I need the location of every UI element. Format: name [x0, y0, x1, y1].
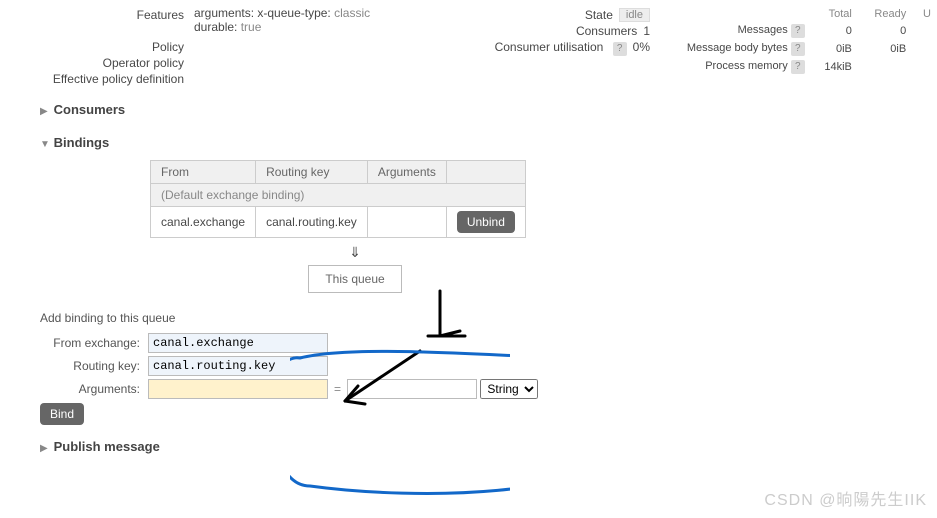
argument-key-input[interactable]: [148, 379, 328, 399]
stats-messages-label: Messages: [738, 24, 788, 36]
operator-policy-label: Operator policy: [40, 56, 190, 70]
state-label: State: [470, 8, 619, 22]
help-icon[interactable]: ?: [791, 60, 805, 74]
features-label: Features: [40, 8, 190, 22]
stats-mbb-total: 0iB: [809, 40, 858, 58]
table-row: canal.exchange canal.routing.key Unbind: [151, 207, 526, 238]
help-icon[interactable]: ?: [791, 42, 805, 56]
labels-left: Features Policy Operator policy Effectiv…: [40, 6, 190, 88]
help-icon[interactable]: ?: [613, 42, 627, 56]
stats-mbb-label: Message body bytes: [687, 42, 788, 54]
stats-col-total: Total: [809, 6, 858, 22]
bindings-th-args: Arguments: [367, 161, 446, 184]
stats-pm-total: 14kiB: [809, 58, 858, 76]
queue-details: Features Policy Operator policy Effectiv…: [0, 6, 937, 88]
stats-col-ready: Ready: [858, 6, 912, 22]
binding-from: canal.exchange: [151, 207, 256, 238]
from-exchange-label: From exchange:: [40, 336, 140, 350]
stats-mbb-ready: 0iB: [858, 40, 912, 58]
consumers-value: 1: [643, 24, 650, 38]
durable-val: true: [241, 20, 262, 34]
stats-col-unacked: U: [912, 6, 937, 22]
routing-key-input[interactable]: [148, 356, 328, 376]
equals-sign: =: [334, 382, 341, 396]
consumers-label: Consumers: [470, 24, 643, 38]
chevron-down-icon: ▼: [40, 139, 50, 150]
consumers-title: Consumers: [54, 102, 126, 117]
from-exchange-input[interactable]: [148, 333, 328, 353]
add-binding-header: Add binding to this queue: [40, 311, 937, 325]
state-block: State idle Consumers 1 Consumer utilisat…: [470, 6, 650, 88]
features-arguments: arguments:: [194, 6, 254, 20]
binding-rk: canal.routing.key: [256, 207, 368, 238]
this-queue-box: This queue: [308, 265, 401, 293]
consumer-util-value: 0%: [633, 40, 650, 56]
bindings-table: From Routing key Arguments (Default exch…: [150, 160, 526, 238]
chevron-right-icon: ▶: [40, 106, 50, 117]
help-icon[interactable]: ?: [791, 24, 805, 38]
unbind-button[interactable]: Unbind: [457, 211, 515, 233]
consumers-section-header[interactable]: ▶ Consumers: [40, 98, 937, 121]
durable-label: durable:: [194, 20, 237, 34]
bindings-section-header[interactable]: ▼ Bindings: [40, 131, 937, 154]
features-arg-key: x-queue-type:: [257, 6, 330, 20]
stats-messages-total: 0: [809, 22, 858, 40]
table-row: (Default exchange binding): [151, 184, 526, 207]
bindings-title: Bindings: [54, 135, 110, 150]
arguments-label: Arguments:: [40, 382, 140, 396]
bind-button[interactable]: Bind: [40, 403, 84, 425]
down-arrow-icon: ⇓: [150, 244, 560, 261]
bindings-th-rk: Routing key: [256, 161, 368, 184]
watermark: CSDN @晌陽先生IIK: [764, 486, 927, 510]
routing-key-label: Routing key:: [40, 359, 140, 373]
publish-title: Publish message: [54, 439, 160, 454]
features-values: arguments: x-queue-type: classic durable…: [190, 6, 470, 88]
consumer-util-label: Consumer utilisation: [495, 40, 610, 54]
default-binding: (Default exchange binding): [151, 184, 526, 207]
binding-args: [367, 207, 446, 238]
stats-block: Total Ready U Messages ? 0 0 Message bod…: [650, 6, 937, 88]
argument-type-select[interactable]: String: [480, 379, 538, 399]
state-value: idle: [619, 8, 650, 22]
stats-pm-label: Process memory: [705, 60, 788, 72]
effective-policy-label: Effective policy definition: [40, 72, 190, 86]
argument-value-input[interactable]: [347, 379, 477, 399]
policy-label: Policy: [40, 40, 190, 54]
features-arg-val: classic: [334, 6, 370, 20]
publish-section-header[interactable]: ▶ Publish message: [40, 435, 937, 458]
chevron-right-icon: ▶: [40, 443, 50, 454]
stats-messages-ready: 0: [858, 22, 912, 40]
bindings-th-from: From: [151, 161, 256, 184]
